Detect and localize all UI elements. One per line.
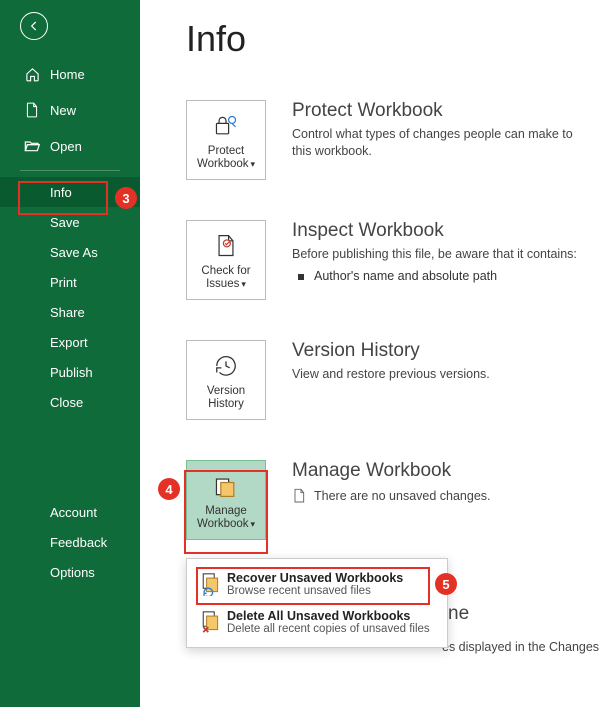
section-title: Inspect Workbook	[292, 220, 577, 242]
page-icon	[292, 488, 306, 504]
inspect-bullet: Author's name and absolute path	[292, 269, 577, 283]
delete-unsaved-item[interactable]: Delete All Unsaved Workbooks Delete all …	[187, 603, 447, 641]
changes-desc-fragment: es displayed in the Changes	[442, 640, 599, 654]
nav-label: Close	[50, 395, 83, 410]
section-inspect: Check for Issues▾ Inspect Workbook Befor…	[186, 220, 601, 300]
lock-key-icon	[212, 111, 240, 141]
bullet-text: Author's name and absolute path	[314, 269, 497, 283]
nav-label: Account	[50, 505, 97, 520]
nav-save-as[interactable]: Save As	[0, 237, 140, 267]
section-desc: Before publishing this file, be aware th…	[292, 246, 577, 263]
back-button[interactable]	[20, 12, 48, 40]
square-bullet-icon	[298, 274, 304, 280]
document-check-icon	[214, 231, 238, 261]
new-file-icon	[22, 102, 42, 118]
nav-label: New	[50, 103, 76, 118]
sidebar-divider	[20, 170, 120, 171]
annotation-callout-5: 5	[435, 573, 457, 595]
section-desc: Control what types of changes people can…	[292, 126, 592, 160]
document-folder-icon	[213, 471, 239, 501]
nav-home[interactable]: Home	[0, 56, 140, 92]
status-text: There are no unsaved changes.	[314, 489, 491, 503]
section-title: Version History	[292, 340, 490, 362]
manage-status: There are no unsaved changes.	[292, 488, 491, 504]
nav-label: Save As	[50, 245, 98, 260]
dd-title: Delete All Unsaved Workbooks	[227, 609, 430, 623]
nav-label: Info	[50, 185, 72, 200]
nav-label: Save	[50, 215, 80, 230]
tile-label: Version History	[207, 385, 245, 410]
nav-save[interactable]: Save	[0, 207, 140, 237]
nav-label: Export	[50, 335, 88, 350]
section-protect: Protect Workbook▾ Protect Workbook Contr…	[186, 100, 601, 180]
annotation-callout-4: 4	[158, 478, 180, 500]
manage-workbook-button[interactable]: Manage Workbook▾	[186, 460, 266, 540]
info-panel: Info Protect Workbook▾ Protect Workbook …	[140, 0, 601, 560]
nav-close[interactable]: Close	[0, 387, 140, 417]
chevron-down-icon: ▾	[241, 279, 246, 289]
nav-options[interactable]: Options	[0, 557, 140, 587]
dd-title: Recover Unsaved Workbooks	[227, 571, 403, 585]
dd-sub: Browse recent unsaved files	[227, 585, 403, 597]
nav-feedback[interactable]: Feedback	[0, 527, 140, 557]
changes-title-fragment: ne	[448, 603, 469, 625]
annotation-callout-3: 3	[115, 187, 137, 209]
backstage-sidebar: Home New Open Info Save Save As Print Sh…	[0, 0, 140, 707]
check-for-issues-button[interactable]: Check for Issues▾	[186, 220, 266, 300]
nav-label: Publish	[50, 365, 93, 380]
home-icon	[22, 67, 42, 82]
tile-label: Protect Workbook	[197, 145, 249, 170]
section-manage: Manage Workbook▾ Manage Workbook There a…	[186, 460, 601, 540]
nav-share[interactable]: Share	[0, 297, 140, 327]
chevron-down-icon: ▾	[251, 159, 256, 169]
nav-print[interactable]: Print	[0, 267, 140, 297]
history-clock-icon	[213, 351, 239, 381]
arrow-left-icon	[27, 19, 41, 33]
page-title: Info	[186, 18, 601, 60]
nav-label: Open	[50, 139, 82, 154]
manage-workbook-menu: Recover Unsaved Workbooks Browse recent …	[186, 558, 448, 648]
nav-label: Feedback	[50, 535, 107, 550]
nav-account[interactable]: Account	[0, 497, 140, 527]
section-title: Protect Workbook	[292, 100, 592, 122]
chevron-down-icon: ▾	[251, 519, 256, 529]
nav-export[interactable]: Export	[0, 327, 140, 357]
version-history-button[interactable]: Version History	[186, 340, 266, 420]
nav-label: Share	[50, 305, 85, 320]
document-delete-icon	[197, 610, 223, 634]
section-desc: View and restore previous versions.	[292, 366, 490, 383]
tile-label: Manage Workbook	[197, 505, 249, 530]
protect-workbook-button[interactable]: Protect Workbook▾	[186, 100, 266, 180]
dd-sub: Delete all recent copies of unsaved file…	[227, 623, 430, 635]
recover-unsaved-item[interactable]: Recover Unsaved Workbooks Browse recent …	[187, 565, 447, 603]
nav-label: Options	[50, 565, 95, 580]
nav-new[interactable]: New	[0, 92, 140, 128]
document-recover-icon	[197, 572, 223, 596]
folder-open-icon	[22, 139, 42, 153]
nav-publish[interactable]: Publish	[0, 357, 140, 387]
section-title: Manage Workbook	[292, 460, 491, 482]
nav-label: Print	[50, 275, 77, 290]
nav-open[interactable]: Open	[0, 128, 140, 164]
nav-label: Home	[50, 67, 85, 82]
section-version: Version History Version History View and…	[186, 340, 601, 420]
